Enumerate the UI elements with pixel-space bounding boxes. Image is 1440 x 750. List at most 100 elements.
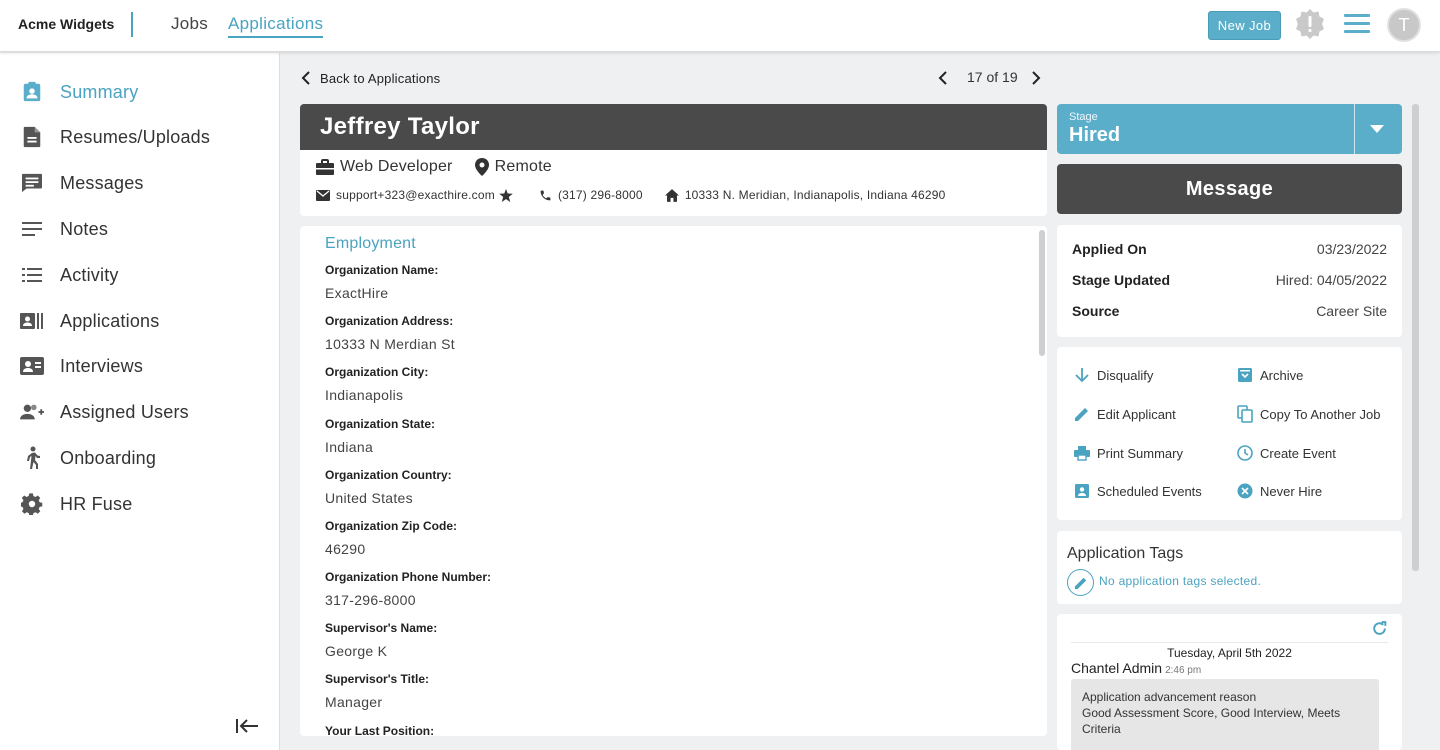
- field-value: 317-296-8000: [325, 592, 416, 608]
- field-label: Supervisor's Title:: [325, 672, 429, 686]
- brand-name[interactable]: Acme Widgets: [18, 16, 114, 32]
- applicant-location: Remote: [494, 158, 552, 175]
- refresh-icon[interactable]: [1371, 620, 1388, 637]
- nav-jobs[interactable]: Jobs: [171, 14, 208, 34]
- sidebar-item-applications[interactable]: Applications: [0, 301, 279, 341]
- next-applicant-icon[interactable]: [1030, 70, 1042, 86]
- field-label: Organization Address:: [325, 314, 454, 328]
- sidebar-item-notes[interactable]: Notes: [0, 209, 279, 249]
- actions-card: Disqualify Archive Edit Applicant Copy T…: [1057, 347, 1402, 520]
- sidebar-item-label: Interviews: [60, 355, 144, 376]
- document-icon: [20, 125, 44, 149]
- sidebar-item-summary[interactable]: Summary: [0, 72, 279, 112]
- never-hire-button[interactable]: Never Hire: [1236, 482, 1322, 500]
- action-label: Never Hire: [1260, 483, 1323, 499]
- info-value: Hired: 04/05/2022: [1275, 272, 1387, 288]
- activity-date: Tuesday, April 5th 2022: [1167, 646, 1292, 660]
- edit-applicant-button[interactable]: Edit Applicant: [1073, 405, 1176, 423]
- info-label: Stage Updated: [1072, 272, 1171, 288]
- applicant-job: Web Developer: [340, 158, 453, 175]
- sidebar: Summary Resumes/Uploads Messages Notes A…: [0, 53, 280, 750]
- activity-message: Application advancement reason Good Asse…: [1071, 679, 1379, 750]
- applicant-phone[interactable]: (317) 296-8000: [558, 188, 643, 202]
- stage-value: Hired: [1069, 124, 1121, 146]
- sidebar-item-label: Messages: [60, 172, 144, 193]
- field-value: George K: [325, 643, 388, 659]
- activity-reason-text: Good Assessment Score, Good Interview, M…: [1082, 706, 1341, 736]
- sidebar-item-onboarding[interactable]: Onboarding: [0, 438, 279, 478]
- info-label: Source: [1072, 303, 1120, 319]
- sidebar-item-assigned-users[interactable]: Assigned Users: [0, 392, 279, 432]
- sidebar-item-resumes[interactable]: Resumes/Uploads: [0, 117, 279, 157]
- edit-tags-button[interactable]: [1067, 569, 1094, 596]
- sidebar-item-label: HR Fuse: [60, 493, 133, 514]
- field-value: 46290: [325, 541, 366, 557]
- activity-feed-card: Tuesday, April 5th 2022 Chantel Admin 2:4…: [1057, 614, 1402, 750]
- archive-button[interactable]: Archive: [1236, 366, 1303, 384]
- clipboard-user-icon: [20, 80, 44, 104]
- info-value: 03/23/2022: [1316, 241, 1387, 257]
- avatar[interactable]: T: [1387, 8, 1421, 42]
- action-label: Disqualify: [1097, 367, 1154, 383]
- message-icon: [20, 171, 44, 195]
- field-last-position: Your Last Position:: [325, 724, 434, 736]
- tags-empty-text: No application tags selected.: [1099, 574, 1262, 588]
- field-organization-state: Organization State: Indiana: [325, 417, 435, 455]
- sidebar-item-activity[interactable]: Activity: [0, 255, 279, 295]
- field-organization-address: Organization Address: 10333 N Merdian St: [325, 314, 455, 352]
- gear-icon: [20, 492, 44, 516]
- field-value: 10333 N Merdian St: [325, 336, 455, 352]
- info-label: Applied On: [1072, 241, 1147, 257]
- previous-applicant-icon[interactable]: [937, 70, 949, 86]
- message-button[interactable]: Message: [1057, 164, 1402, 214]
- field-value: United States: [325, 490, 413, 506]
- copy-to-another-job-button[interactable]: Copy To Another Job: [1236, 405, 1380, 423]
- chevron-down-icon[interactable]: [1370, 125, 1384, 133]
- field-organization-zip: Organization Zip Code: 46290: [325, 519, 457, 557]
- collapse-sidebar-icon[interactable]: [235, 716, 259, 736]
- hamburger-menu-icon[interactable]: [1344, 14, 1370, 34]
- applicant-email[interactable]: support+323@exacthire.com: [336, 188, 495, 202]
- action-label: Edit Applicant: [1097, 406, 1176, 422]
- sidebar-item-interviews[interactable]: Interviews: [0, 346, 279, 386]
- archive-icon: [1236, 366, 1254, 384]
- activity-divider: [1071, 642, 1388, 643]
- nav-applications[interactable]: Applications: [228, 14, 324, 38]
- home-icon: [664, 188, 679, 202]
- copy-icon: [1236, 405, 1254, 423]
- star-icon[interactable]: [499, 188, 513, 202]
- list-icon: [20, 263, 44, 287]
- field-label: Organization Country:: [325, 468, 452, 482]
- field-label: Your Last Position:: [325, 724, 435, 736]
- employment-scrollbar[interactable]: [1039, 230, 1045, 356]
- interview-icon: [20, 354, 44, 378]
- disqualify-button[interactable]: Disqualify: [1073, 366, 1153, 384]
- new-job-button[interactable]: New Job: [1208, 11, 1281, 40]
- field-label: Organization Zip Code:: [325, 519, 457, 533]
- sidebar-item-messages[interactable]: Messages: [0, 163, 279, 203]
- email-icon: [316, 189, 330, 201]
- tags-title: Application Tags: [1067, 545, 1184, 562]
- application-info-card: Applied On 03/23/2022 Stage Updated Hire…: [1057, 225, 1402, 337]
- field-value: Manager: [325, 694, 383, 710]
- field-supervisor-name: Supervisor's Name: George K: [325, 621, 437, 659]
- action-label: Archive: [1260, 367, 1304, 383]
- field-label: Organization City:: [325, 365, 429, 379]
- stage-dropdown[interactable]: Stage Hired: [1057, 104, 1402, 154]
- create-event-button[interactable]: Create Event: [1236, 444, 1336, 462]
- field-label: Organization Name:: [325, 263, 439, 277]
- add-users-icon: [20, 400, 44, 424]
- stage-divider: [1354, 104, 1355, 154]
- action-label: Print Summary: [1097, 445, 1183, 461]
- sidebar-item-label: Applications: [60, 310, 160, 331]
- sidebar-item-hr-fuse[interactable]: HR Fuse: [0, 484, 279, 524]
- back-to-applications-link[interactable]: Back to Applications: [300, 68, 440, 88]
- field-organization-name: Organization Name: ExactHire: [325, 263, 438, 301]
- print-summary-button[interactable]: Print Summary: [1073, 444, 1183, 462]
- sidebar-item-label: Notes: [60, 218, 109, 239]
- chevron-left-icon: [301, 71, 310, 85]
- scheduled-events-button[interactable]: Scheduled Events: [1073, 482, 1202, 500]
- applicant-header-card: Jeffrey Taylor Web Developer Remote supp…: [300, 104, 1047, 216]
- right-panel-scrollbar[interactable]: [1412, 104, 1419, 571]
- alert-icon[interactable]: [1294, 8, 1326, 40]
